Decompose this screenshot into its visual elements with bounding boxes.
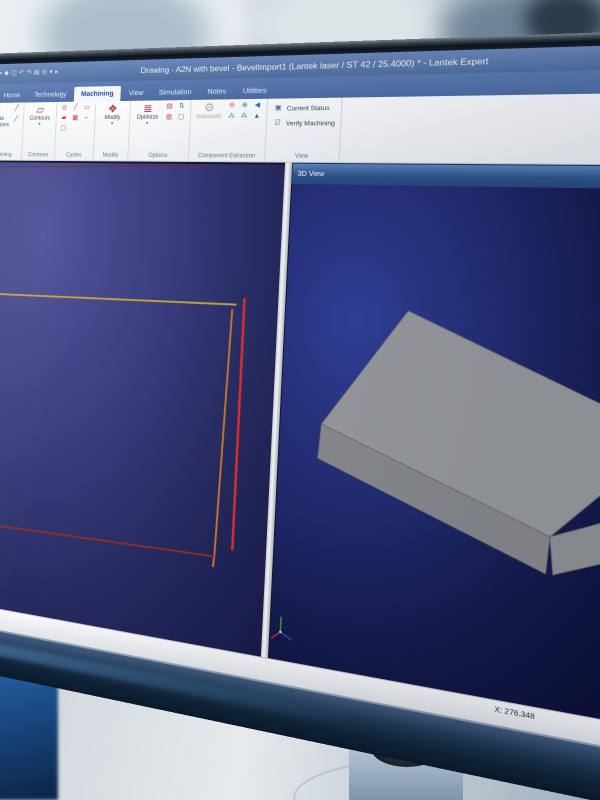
group-label-cycles: Cycles: [57, 152, 90, 161]
approve-icon[interactable]: ▲: [251, 112, 262, 122]
zoom-icon[interactable]: ◎: [42, 69, 48, 76]
group-label-view: View: [268, 153, 335, 162]
contour-orange-line: [213, 309, 232, 568]
ribbon: ✕ Delete Instructions ▾ ╱ ╱ Machining ▱ C…: [0, 93, 600, 166]
group-components-icon[interactable]: ⁂: [226, 112, 237, 122]
automatic-gear-icon: ⚙: [204, 102, 215, 115]
contour-yellow-line: [0, 286, 236, 309]
cycle-bridge-icon[interactable]: ⌐: [81, 114, 91, 123]
save-icon[interactable]: ◫: [11, 70, 17, 77]
ungroup-components-icon[interactable]: ⁂: [239, 112, 250, 122]
cycle-circle-icon[interactable]: ◎: [60, 104, 70, 113]
quick-access-toolbar: ▪◆◫↶↷▤◎▾▸: [0, 69, 58, 78]
ribbon-empty-space: [339, 93, 600, 164]
group-label-contours: Contours: [24, 152, 51, 160]
drawing-canvas: [0, 162, 285, 657]
ribbon-group-modify: ❖ Modify ▾ Modify: [93, 101, 131, 161]
dropdown-arrow-icon: ▾: [146, 122, 149, 127]
remove-component-icon[interactable]: ⊖: [226, 101, 237, 111]
contour-darkred-line: [0, 511, 214, 560]
current-status-label: Current Status: [287, 104, 330, 112]
ribbon-group-contours: ▱ Contours ▾ Contours: [22, 102, 58, 160]
ribbon-group-view: ▣ Current Status ☑ Verify Machining View: [265, 98, 342, 162]
open-icon[interactable]: ◆: [4, 70, 9, 77]
cycle-square-icon[interactable]: ▢: [59, 124, 69, 133]
print-icon[interactable]: ▤: [34, 69, 40, 76]
delete-instructions-icon: ✕: [0, 105, 2, 117]
cycle-line-icon[interactable]: ╱: [71, 103, 81, 112]
dropdown-arrow-icon: ▾: [38, 122, 40, 127]
screen: ▪◆◫↶↷▤◎▾▸ Drawing - A2N with bevel - Bev…: [0, 44, 600, 800]
contour-red-line: [232, 298, 244, 550]
group-label-options: Options: [131, 152, 186, 161]
monitor: ▪◆◫↶↷▤◎▾▸ Drawing - A2N with bevel - Bev…: [0, 44, 600, 800]
add-component-icon[interactable]: ⊕: [239, 101, 250, 111]
panel-3d-view: 3D View: [268, 163, 600, 724]
axis-triad-icon: [271, 615, 292, 642]
current-status-icon: ▣: [272, 104, 284, 114]
delete-instructions-label: Delete Instructions: [0, 116, 10, 129]
current-status-button[interactable]: ▣ Current Status: [272, 103, 335, 114]
redo-icon[interactable]: ↷: [26, 70, 31, 77]
automatic-label: Automatic: [196, 114, 222, 121]
tab-simulation[interactable]: Simulation: [151, 84, 199, 100]
tab-utilities[interactable]: Utilities: [235, 83, 275, 100]
lead-in-line-icon[interactable]: ╱: [12, 104, 22, 113]
panel-3d-title: 3D View: [298, 170, 325, 177]
verify-machining-label: Verify Machining: [286, 120, 335, 127]
contours-button[interactable]: ▱ Contours ▾: [26, 104, 54, 127]
dropdown-arrow-icon: ▾: [111, 122, 113, 127]
contours-icon: ▱: [36, 104, 44, 116]
group-label-modify: Modify: [96, 152, 125, 161]
verify-machining-button[interactable]: ☑ Verify Machining: [272, 118, 335, 129]
slab-canvas: [269, 184, 600, 724]
optimize-button[interactable]: ≣ Optimize ▾: [132, 102, 162, 126]
option-cut-order-icon[interactable]: ▤: [164, 102, 175, 112]
new-icon[interactable]: ▪: [0, 70, 2, 77]
extract-icon[interactable]: ◀: [252, 101, 263, 111]
contour-top-red-line: [0, 164, 210, 170]
option-report-icon[interactable]: ▢: [176, 113, 187, 123]
viewport-2d-drawing[interactable]: [0, 160, 285, 657]
modify-button[interactable]: ❖ Modify ▾: [98, 103, 128, 127]
ribbon-group-options: ≣ Optimize ▾ ▤⇅▥▢ Options: [128, 100, 192, 161]
tab-home[interactable]: Home: [0, 88, 27, 103]
option-sheet-icon[interactable]: ▥: [164, 113, 175, 123]
cursor-x-coordinate: X: 276.348: [494, 706, 535, 721]
lead-out-line-icon[interactable]: ╱: [11, 115, 21, 124]
optimize-icon: ≣: [143, 102, 153, 115]
qat-dropdown-icon[interactable]: ▾: [49, 69, 52, 76]
tab-view[interactable]: View: [121, 85, 151, 101]
ribbon-group-cycles: ◎╱▭ ▰▦⌐ ▢ Cycles: [55, 101, 97, 160]
ribbon-group-machining: ✕ Delete Instructions ▾ ╱ ╱ Machining: [0, 102, 25, 159]
verify-machining-icon: ☑: [272, 119, 284, 129]
undo-icon[interactable]: ↶: [19, 70, 24, 77]
ribbon-group-component-extraction: ⚙ Automatic ⊖⊕◀⁂⁂▲ Component Extraction: [189, 99, 268, 162]
tab-technology[interactable]: Technology: [27, 87, 73, 103]
modify-icon: ❖: [108, 103, 118, 115]
delete-instructions-button[interactable]: ✕ Delete Instructions ▾: [0, 105, 11, 134]
automatic-button[interactable]: ⚙ Automatic: [194, 101, 225, 121]
tab-machining[interactable]: Machining: [74, 86, 121, 102]
group-label-machining: Machining: [0, 151, 19, 159]
cycle-rect-icon[interactable]: ▭: [82, 103, 92, 112]
group-label-component-extraction: Component Extraction: [192, 152, 262, 161]
viewport-3d[interactable]: [268, 184, 600, 724]
cycle-polygon-icon[interactable]: ▰: [59, 114, 69, 123]
tab-notes[interactable]: Notes: [200, 84, 235, 100]
cycle-grid-icon[interactable]: ▦: [70, 114, 80, 123]
option-sort-icon[interactable]: ⇅: [176, 102, 187, 112]
